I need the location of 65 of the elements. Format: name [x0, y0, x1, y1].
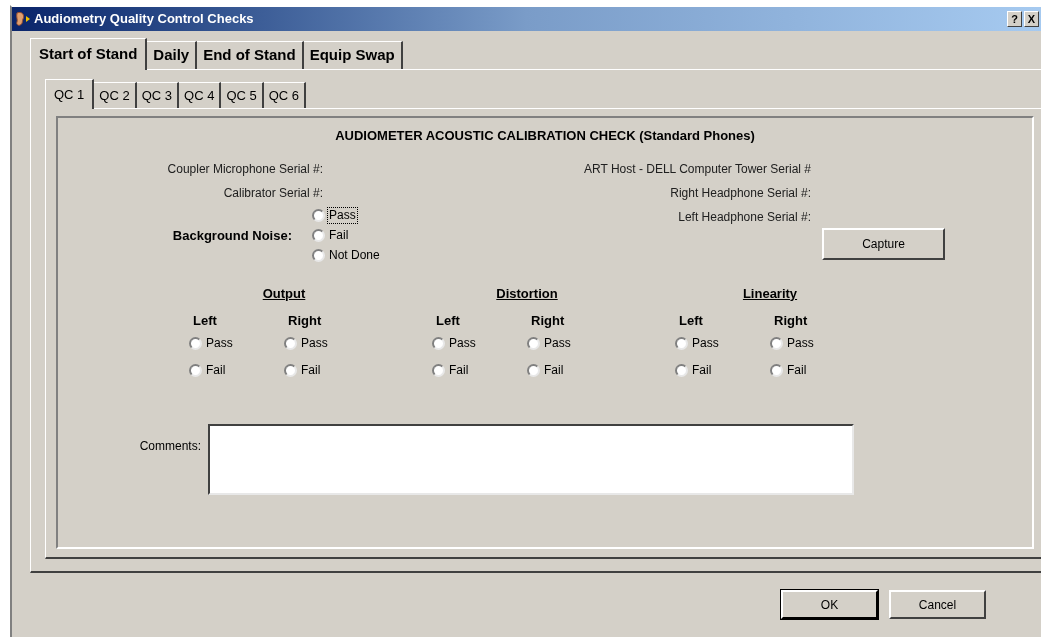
- column-label: Left: [193, 313, 217, 328]
- subtab[interactable]: QC 4: [179, 82, 222, 108]
- dialog-button[interactable]: OK: [781, 590, 878, 619]
- radio-label: Fail: [205, 362, 227, 378]
- subtab[interactable]: QC 1: [45, 79, 95, 109]
- radio-label: Pass: [328, 208, 357, 223]
- ear-icon: [14, 11, 32, 27]
- subtab[interactable]: QC 6: [263, 82, 307, 108]
- field-label: Left Headphone Serial #:: [678, 208, 811, 226]
- radio-button[interactable]: [770, 336, 783, 350]
- radio-button[interactable]: [432, 363, 445, 377]
- radio-button[interactable]: [432, 336, 445, 350]
- radio-button[interactable]: [527, 336, 540, 350]
- field-label: Right Headphone Serial #:: [670, 184, 811, 202]
- radio-label: Pass: [691, 335, 720, 351]
- section-heading: Linearity: [742, 284, 798, 303]
- radio-button[interactable]: [312, 229, 325, 242]
- field-label: Comments:: [139, 438, 201, 455]
- radio-label: Pass: [543, 335, 572, 351]
- panel-title: AUDIOMETER ACOUSTIC CALIBRATION CHECK (Standard Phones): [334, 127, 756, 145]
- column-label: Left: [436, 313, 460, 328]
- help-button[interactable]: ?: [1007, 11, 1022, 27]
- radio-button[interactable]: [284, 336, 297, 350]
- radio-label: Pass: [448, 335, 477, 351]
- radio-button[interactable]: [312, 249, 325, 262]
- radio-label: Pass: [300, 335, 329, 351]
- radio-button[interactable]: [284, 363, 297, 377]
- radio-button[interactable]: [189, 336, 202, 350]
- tab[interactable]: Start of Stand: [30, 38, 148, 70]
- tab[interactable]: Equip Swap: [303, 41, 403, 69]
- radio-button[interactable]: [189, 363, 202, 377]
- field-label: Calibrator Serial #:: [223, 184, 323, 202]
- radio-label: Fail: [328, 228, 350, 243]
- radio-label: Fail: [300, 362, 322, 378]
- radio-label: Fail: [448, 362, 470, 378]
- radio-label: Fail: [543, 362, 565, 378]
- dialog-button[interactable]: Cancel: [889, 590, 986, 619]
- radio-label: Fail: [691, 362, 713, 378]
- column-label: Right: [774, 313, 808, 328]
- column-label: Left: [679, 313, 703, 328]
- subtab[interactable]: QC 5: [221, 82, 264, 108]
- subtab[interactable]: QC 2: [94, 82, 137, 108]
- radio-button[interactable]: [312, 209, 325, 222]
- field-label: Coupler Microphone Serial #:: [167, 160, 323, 178]
- radio-label: Pass: [786, 335, 815, 351]
- section-heading: Distortion: [496, 284, 558, 303]
- window-title: Audiometry Quality Control Checks: [34, 10, 254, 29]
- radio-label: Pass: [205, 335, 234, 351]
- capture-button[interactable]: Capture: [822, 227, 945, 260]
- radio-button[interactable]: [675, 363, 688, 377]
- subtab[interactable]: QC 3: [136, 82, 180, 108]
- column-label: Right: [531, 313, 565, 328]
- column-label: Right: [288, 313, 322, 328]
- section-heading: Output: [262, 284, 306, 303]
- close-button[interactable]: X: [1024, 11, 1039, 27]
- field-label: ART Host - DELL Computer Tower Serial #: [584, 160, 811, 178]
- tab[interactable]: Daily: [147, 41, 198, 69]
- tab[interactable]: End of Stand: [197, 41, 304, 69]
- radio-label: Not Done: [328, 248, 381, 263]
- comments-field[interactable]: [208, 424, 854, 495]
- radio-button[interactable]: [770, 363, 783, 377]
- field-label: Background Noise:: [172, 226, 292, 245]
- radio-button[interactable]: [675, 336, 688, 350]
- radio-label: Fail: [786, 362, 808, 378]
- radio-button[interactable]: [527, 363, 540, 377]
